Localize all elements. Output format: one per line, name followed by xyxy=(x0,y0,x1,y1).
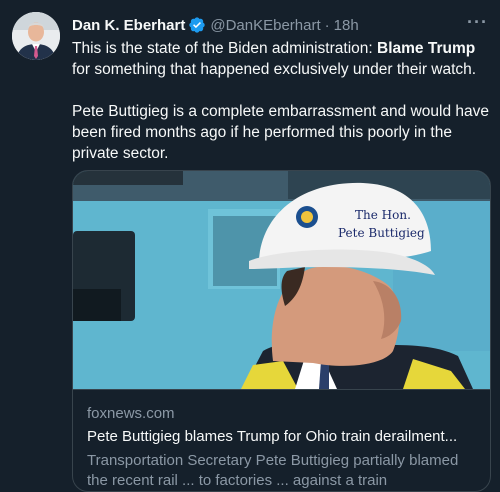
author-handle[interactable]: @DanKEberhart xyxy=(210,17,320,34)
text-segment: This is the state of the Biden administr… xyxy=(72,40,377,57)
card-title[interactable]: Pete Buttigieg blames Trump for Ohio tra… xyxy=(87,428,482,445)
card-divider xyxy=(73,389,490,390)
text-bold-segment: Blame Trump xyxy=(377,40,476,57)
tweet-paragraph-2: Pete Buttigieg is a complete embarrassme… xyxy=(72,103,490,162)
card-image[interactable]: The Hon. Pete Buttigieg xyxy=(73,171,490,389)
tweet-paragraph-1: This is the state of the Biden administr… xyxy=(72,38,492,80)
author-avatar[interactable] xyxy=(12,12,60,60)
author-name[interactable]: Dan K. Eberhart xyxy=(72,17,185,34)
tweet-text: This is the state of the Biden administr… xyxy=(72,38,492,164)
hardhat-text-1: The Hon. xyxy=(355,208,411,222)
verified-badge-icon xyxy=(188,16,206,34)
text-segment: for something that happened exclusively … xyxy=(72,61,477,78)
more-options-icon[interactable]: ··· xyxy=(467,12,488,33)
tweet-header: Dan K. Eberhart @DanKEberhart · 18h ··· xyxy=(72,12,488,36)
tweet[interactable]: Dan K. Eberhart @DanKEberhart · 18h ··· … xyxy=(0,0,500,492)
card-domain: foxnews.com xyxy=(87,405,175,422)
tweet-timestamp[interactable]: 18h xyxy=(334,17,359,34)
avatar-image xyxy=(12,12,60,60)
link-preview-card[interactable]: The Hon. Pete Buttigieg foxnews.com Pete… xyxy=(72,170,491,492)
hardhat-text-2: Pete Buttigieg xyxy=(338,226,425,240)
separator-dot: · xyxy=(324,16,330,34)
card-description: Transportation Secretary Pete Buttigieg … xyxy=(87,452,459,489)
